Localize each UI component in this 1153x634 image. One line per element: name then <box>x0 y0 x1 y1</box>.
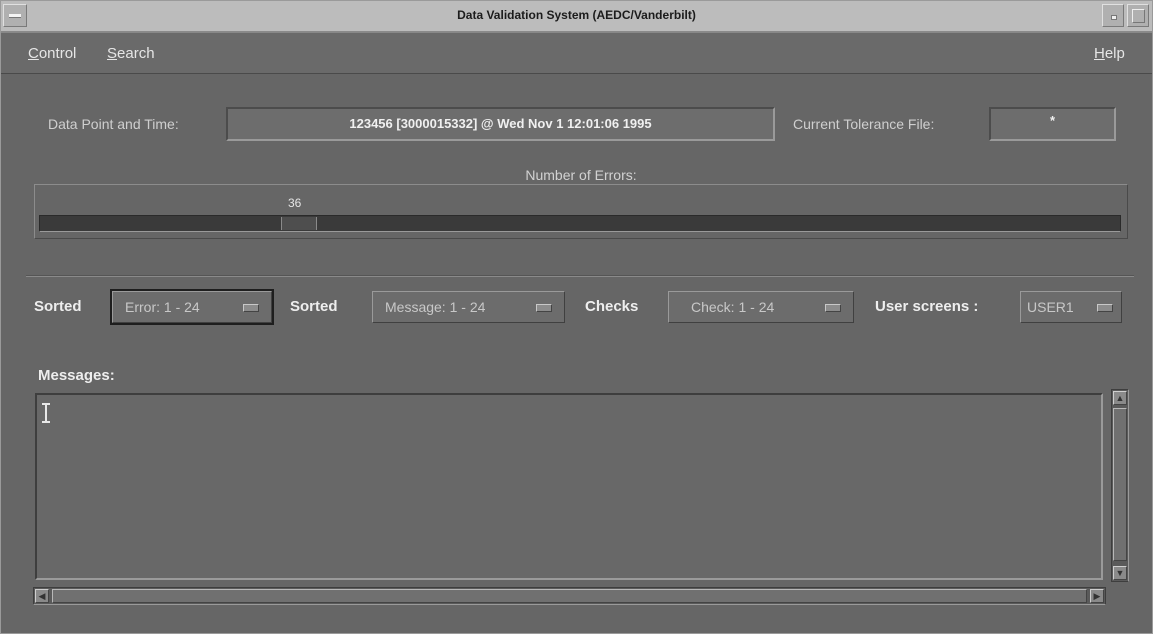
checks-option-value: Check: 1 - 24 <box>691 299 775 315</box>
data-point-field: 123456 [3000015332] @ Wed Nov 1 12:01:06… <box>226 107 775 141</box>
checks-label: Checks <box>585 298 639 315</box>
user-screens-option-menu[interactable]: USER1 <box>1020 291 1122 323</box>
tolerance-file-field: * <box>989 107 1116 141</box>
option-menu-indicator-icon <box>243 304 259 312</box>
menu-control-accelerator: C <box>28 45 39 62</box>
user-screens-option-value: USER1 <box>1027 299 1074 315</box>
checks-option-menu[interactable]: Check: 1 - 24 <box>668 291 854 323</box>
data-point-label: Data Point and Time: <box>48 116 179 132</box>
scroll-left-arrow-icon[interactable]: ◀ <box>35 589 49 603</box>
messages-label: Messages: <box>38 367 115 384</box>
tolerance-file-label: Current Tolerance File: <box>793 116 935 132</box>
menu-search-label: earch <box>117 45 155 62</box>
menu-help[interactable]: Help <box>1094 45 1125 62</box>
minimize-button[interactable] <box>1102 4 1124 27</box>
errors-gauge <box>39 215 1121 232</box>
main-window: Data Validation System (AEDC/Vanderbilt)… <box>0 0 1153 634</box>
scroll-up-arrow-icon[interactable]: ▲ <box>1113 391 1127 405</box>
maximize-button[interactable] <box>1127 4 1149 27</box>
window-title: Data Validation System (AEDC/Vanderbilt) <box>457 8 696 22</box>
option-menu-indicator-icon <box>1097 304 1113 312</box>
sorted-messages-option-menu[interactable]: Message: 1 - 24 <box>372 291 565 323</box>
menu-control-label: ontrol <box>38 45 77 62</box>
scroll-right-arrow-icon[interactable]: ▶ <box>1090 589 1104 603</box>
option-menu-indicator-icon <box>536 304 552 312</box>
messages-horizontal-scrollbar[interactable]: ◀ ▶ <box>33 587 1106 605</box>
menu-search-accelerator: S <box>107 45 118 62</box>
section-separator <box>26 275 1134 277</box>
menu-bar: Control Search Help <box>1 32 1152 74</box>
horizontal-scroll-thumb[interactable] <box>52 589 1087 603</box>
scroll-down-arrow-icon[interactable]: ▼ <box>1113 566 1127 580</box>
sorted-errors-label: Sorted <box>34 298 82 315</box>
sorted-errors-option-menu[interactable]: Error: 1 - 24 <box>110 289 274 325</box>
errors-gauge-value: 36 <box>288 196 302 210</box>
messages-text-area[interactable] <box>35 393 1103 580</box>
user-screens-label: User screens : <box>875 298 979 315</box>
title-bar[interactable]: Data Validation System (AEDC/Vanderbilt) <box>1 1 1152 32</box>
vertical-scroll-thumb[interactable] <box>1113 408 1127 561</box>
option-menu-indicator-icon <box>825 304 841 312</box>
messages-vertical-scrollbar[interactable]: ▲ ▼ <box>1111 389 1129 582</box>
menu-control[interactable]: Control <box>28 45 76 62</box>
sorted-messages-label: Sorted <box>290 298 338 315</box>
maximize-icon <box>1132 9 1145 23</box>
minimize-icon <box>1111 15 1117 20</box>
text-cursor-icon <box>42 403 50 423</box>
menu-help-accelerator: H <box>1094 45 1105 62</box>
sorted-messages-option-value: Message: 1 - 24 <box>385 299 486 315</box>
errors-frame-title: Number of Errors: <box>501 167 661 183</box>
menu-search[interactable]: Search <box>107 45 155 62</box>
errors-gauge-indicator <box>281 217 317 230</box>
menu-help-label: elp <box>1104 45 1125 62</box>
sorted-errors-option-value: Error: 1 - 24 <box>125 299 200 315</box>
